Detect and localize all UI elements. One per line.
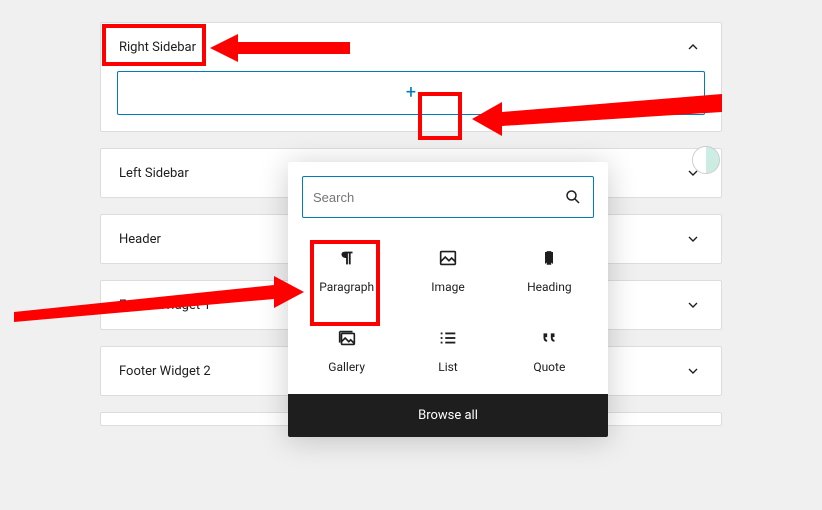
widget-area-title: Footer Widget 1 [119,298,211,313]
search-wrap [302,176,594,218]
block-label: Quote [533,360,565,374]
block-inserter: Paragraph Image Heading Gallery [288,162,608,437]
block-label: Gallery [328,360,365,374]
add-block-button[interactable]: + [117,71,705,115]
paragraph-icon [335,246,359,270]
block-item-image[interactable]: Image [397,236,498,300]
quote-icon [537,326,561,350]
status-bubble [692,146,720,174]
widget-area-body: + [101,71,721,131]
widget-area-right-sidebar: Right Sidebar + [100,22,722,132]
block-item-list[interactable]: List [397,316,498,380]
block-item-paragraph[interactable]: Paragraph [296,236,397,300]
list-icon [436,326,460,350]
chevron-up-icon [683,37,703,57]
plus-icon: + [406,84,416,102]
browse-all-label: Browse all [418,408,478,423]
block-item-quote[interactable]: Quote [499,316,600,380]
block-item-gallery[interactable]: Gallery [296,316,397,380]
block-label: Paragraph [319,280,374,294]
image-icon [436,246,460,270]
search-icon [563,187,583,207]
block-item-heading[interactable]: Heading [499,236,600,300]
widget-area-title: Header [119,232,161,247]
widget-area-title: Left Sidebar [119,166,189,181]
chevron-down-icon [683,361,703,381]
inserter-search-area [288,162,608,232]
widget-area-title: Right Sidebar [119,40,196,55]
browse-all-button[interactable]: Browse all [288,394,608,437]
widget-area-title: Footer Widget 2 [119,364,211,379]
heading-icon [537,246,561,270]
block-label: Heading [527,280,572,294]
search-input[interactable] [313,190,563,205]
block-label: List [438,360,458,374]
chevron-down-icon [683,229,703,249]
chevron-down-icon [683,295,703,315]
gallery-icon [335,326,359,350]
block-grid: Paragraph Image Heading Gallery [288,232,608,394]
widget-area-header-right-sidebar[interactable]: Right Sidebar [101,23,721,71]
block-label: Image [431,280,464,294]
